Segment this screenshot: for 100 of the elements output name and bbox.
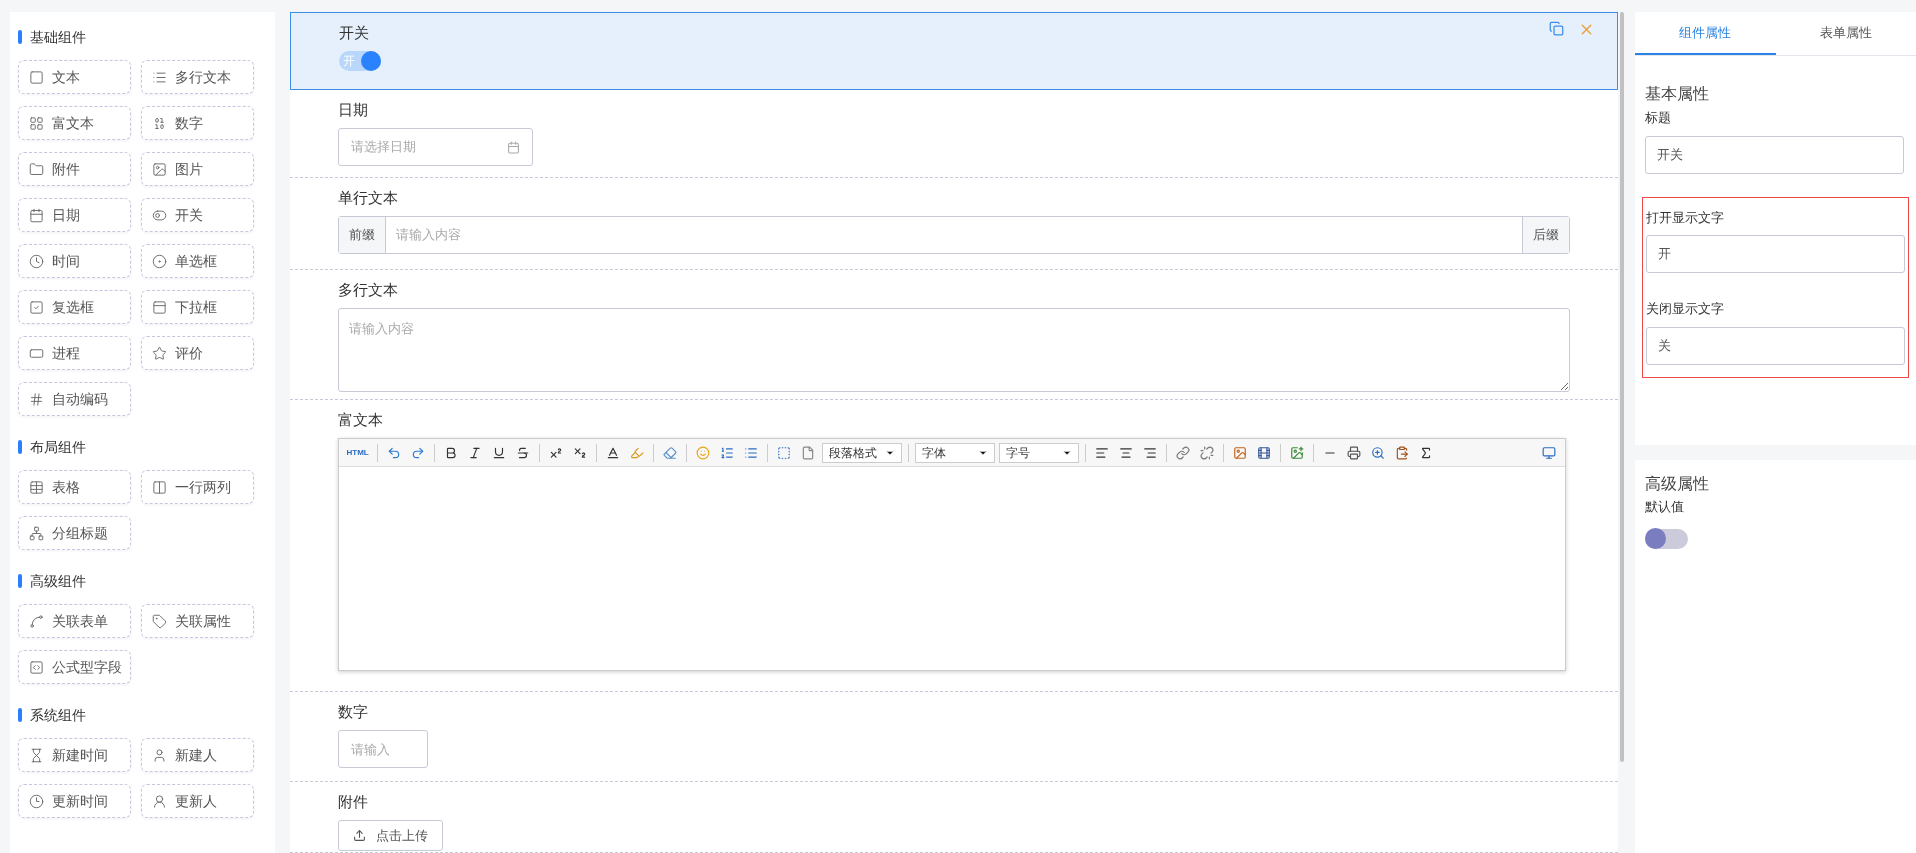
component-item[interactable]: 文本 [18, 60, 131, 94]
component-item[interactable]: 图片 [141, 152, 254, 186]
folder-icon [29, 161, 44, 177]
section-heading: 高级属性 [1645, 474, 1710, 494]
field-label: 关闭显示文字 [1646, 300, 1725, 318]
image-icon [152, 161, 167, 177]
field-label: 单行文本 [337, 188, 398, 208]
form-field[interactable]: 日期 请选择日期 [289, 90, 1618, 178]
grid-icon [29, 115, 44, 131]
suffix-label: 后缀 [1521, 217, 1569, 253]
group-icon [29, 525, 44, 541]
prefix-label: 前缀 [338, 217, 386, 253]
formula-icon [29, 659, 44, 675]
text-input-group[interactable]: 前缀 请输入内容 后缀 [337, 216, 1570, 254]
form-field[interactable]: 单行文本 前缀 请输入内容 后缀 [289, 178, 1618, 270]
toggle-switch[interactable] [1645, 528, 1688, 549]
field-label: 默认值 [1645, 498, 1685, 516]
component-item[interactable]: 单选框 [141, 244, 254, 278]
component-item[interactable]: 新建人 [141, 738, 254, 772]
textarea-field[interactable]: 请输入内容 [337, 308, 1570, 392]
copy-icon[interactable] [1548, 21, 1564, 36]
section-marker [18, 708, 22, 722]
toolbar-select[interactable]: 段落格式 [821, 442, 902, 463]
field-label: 数字 [337, 702, 368, 722]
user-icon [152, 793, 167, 809]
tag-icon [152, 613, 167, 629]
form-field[interactable]: 数字 请输入 [289, 692, 1618, 782]
text-field[interactable]: 关 [1646, 326, 1905, 365]
section-title: 基础组件 [30, 27, 86, 47]
component-item[interactable]: 开关 [141, 198, 254, 232]
component-item[interactable]: 多行文本 [141, 60, 254, 94]
star-icon [152, 345, 167, 361]
field-label: 附件 [337, 792, 368, 812]
field-label: 打开显示文字 [1646, 208, 1725, 227]
toggle-icon [152, 207, 167, 223]
component-item[interactable]: 新建时间 [18, 738, 131, 772]
selected-form-field[interactable]: 开关 开 [289, 12, 1618, 90]
component-item[interactable]: 分组标题 [18, 516, 131, 550]
toolbar-select[interactable]: 字体 [914, 442, 995, 463]
html-button[interactable]: HTML [344, 446, 371, 459]
component-item[interactable]: 一行两列 [141, 470, 254, 504]
toggle-knob [360, 51, 381, 71]
component-item[interactable]: 公式型字段 [18, 650, 131, 684]
form-field[interactable]: 多行文本 请输入内容 [289, 270, 1618, 400]
table-icon [29, 479, 44, 495]
hourglass-icon [29, 747, 44, 763]
component-item[interactable]: 自动编码 [18, 382, 131, 416]
field-label: 日期 [337, 100, 368, 120]
component-item[interactable]: 评价 [141, 336, 254, 370]
calendar-icon [29, 207, 44, 223]
section-title: 高级组件 [30, 571, 86, 591]
component-item[interactable]: 数字 [141, 106, 254, 140]
form-field[interactable]: 附件 点击上传 [289, 782, 1618, 853]
toolbar-select[interactable]: 字号 [998, 442, 1079, 463]
section-marker [18, 30, 22, 44]
list-icon [152, 69, 167, 85]
rich-text-editor[interactable]: HTML 段落格式 字体 字号 [337, 438, 1566, 671]
component-item[interactable]: 表格 [18, 470, 131, 504]
user-icon [152, 747, 167, 763]
component-item[interactable]: 更新时间 [18, 784, 131, 818]
tab[interactable]: 组件属性 [1635, 12, 1776, 55]
field-label: 富文本 [337, 410, 383, 430]
text-icon [29, 69, 44, 85]
field-label: 标题 [1645, 109, 1672, 127]
clock-icon [29, 793, 44, 809]
number-field[interactable]: 请输入 [337, 730, 428, 768]
radio-icon [152, 253, 167, 269]
component-item[interactable]: 复选框 [18, 290, 131, 324]
calendar-icon [506, 140, 520, 154]
field-label: 多行文本 [337, 280, 398, 300]
component-item[interactable]: 时间 [18, 244, 131, 278]
section-heading: 基本属性 [1645, 84, 1710, 104]
component-item[interactable]: 关联属性 [141, 604, 254, 638]
component-item[interactable]: 更新人 [141, 784, 254, 818]
section-marker [18, 440, 22, 454]
component-item[interactable]: 下拉框 [141, 290, 254, 324]
section-title: 布局组件 [30, 437, 86, 457]
scrollbar[interactable] [1619, 12, 1624, 762]
upload-icon [352, 829, 366, 842]
title-field[interactable]: 开关 [1645, 135, 1904, 174]
code-icon [29, 391, 44, 407]
toggle-knob [1645, 528, 1666, 549]
component-item[interactable]: 附件 [18, 152, 131, 186]
component-item[interactable]: 日期 [18, 198, 131, 232]
link-nodes-icon [29, 613, 44, 629]
columns-icon [152, 479, 167, 495]
clock-icon [29, 253, 44, 269]
text-field[interactable]: 开 [1646, 235, 1905, 273]
checkbox-icon [29, 299, 44, 315]
upload-button[interactable]: 点击上传 [337, 820, 443, 851]
section-title: 系统组件 [30, 705, 86, 725]
field-label: 开关 [338, 23, 369, 43]
number-icon [152, 115, 167, 131]
component-item[interactable]: 进程 [18, 336, 131, 370]
dropdown-icon [152, 299, 167, 315]
form-field[interactable]: 富文本 HTML 段落格式 字体 字号 [289, 400, 1618, 692]
component-item[interactable]: 关联表单 [18, 604, 131, 638]
component-item[interactable]: 富文本 [18, 106, 131, 140]
tab[interactable]: 表单属性 [1775, 12, 1916, 55]
section-marker [18, 574, 22, 588]
